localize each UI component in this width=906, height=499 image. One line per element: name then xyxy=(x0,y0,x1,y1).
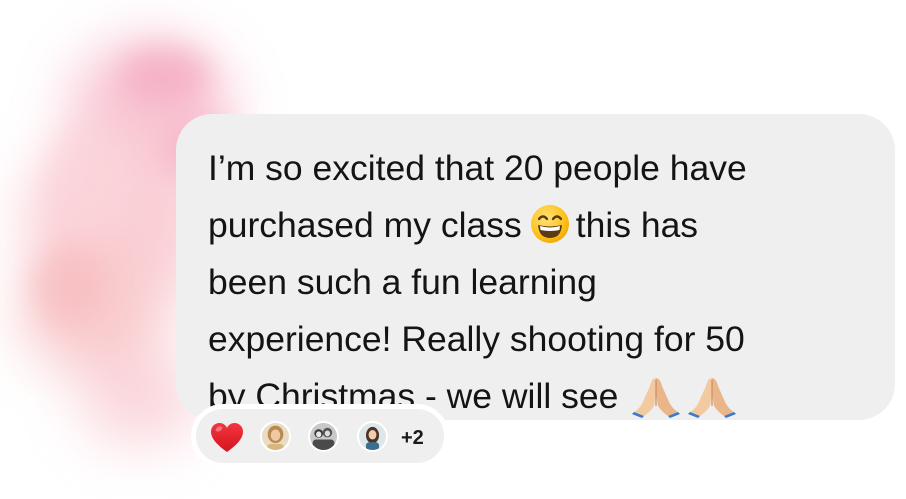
reactor-avatar[interactable] xyxy=(357,421,388,452)
heart-icon xyxy=(211,423,243,452)
message-line: purchased my class this has xyxy=(208,197,888,254)
message-line: I’m so excited that 20 people have xyxy=(208,148,747,188)
message-line: been such a fun learning xyxy=(208,262,597,302)
message-line-part: purchased my class xyxy=(208,205,522,245)
reactor-avatar[interactable] xyxy=(308,421,339,452)
reactor-avatar[interactable] xyxy=(260,421,291,452)
message-line-part: this has xyxy=(575,205,699,245)
grinning-squinting-face-icon xyxy=(530,205,569,243)
reactions-pill[interactable]: +2 xyxy=(191,404,449,468)
message-text: I’m so excited that 20 people have purch… xyxy=(208,140,888,425)
reaction-count: +2 xyxy=(401,427,424,449)
message-line: experience! Really shooting for 50 xyxy=(208,319,745,359)
folded-hands-icon xyxy=(688,378,737,418)
folded-hands-icon xyxy=(632,378,681,418)
